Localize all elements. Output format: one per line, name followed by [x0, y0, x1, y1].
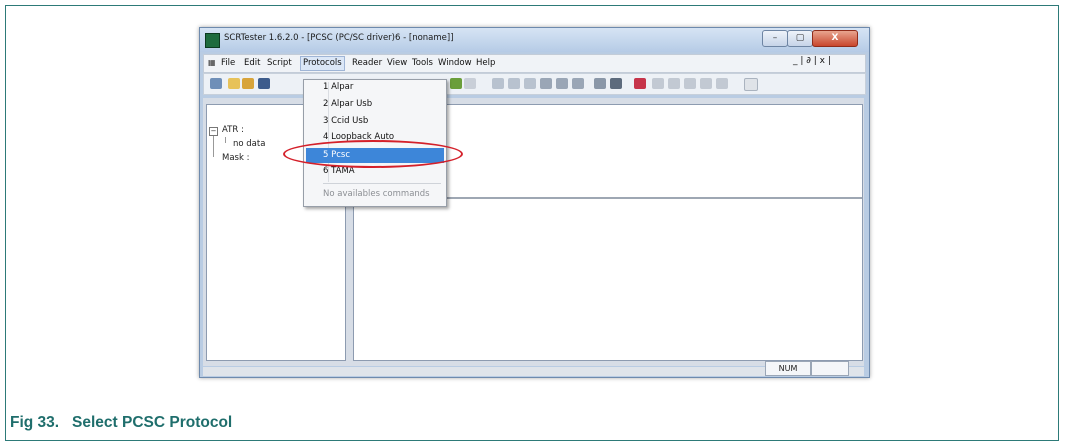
menu-reader[interactable]: Reader [352, 58, 382, 68]
menu-item-alpar[interactable]: 1 Alpar [323, 82, 353, 92]
status-panel [811, 361, 849, 376]
menu-script[interactable]: Script [267, 58, 292, 68]
toolbar-icon-e[interactable] [524, 78, 536, 89]
step-icon-2[interactable] [668, 78, 680, 89]
menu-separator [323, 183, 441, 184]
tree-line [225, 137, 226, 143]
new-file-icon[interactable] [228, 78, 240, 89]
tree-expander-icon[interactable]: − [209, 127, 218, 136]
toolbar-icon-d[interactable] [508, 78, 520, 89]
toolbar-icon-h[interactable] [594, 78, 606, 89]
pen-icon[interactable] [634, 78, 646, 89]
window-title: SCRTester 1.6.2.0 - [PCSC (PC/SC driver)… [224, 33, 454, 43]
minimize-button[interactable]: – [762, 30, 788, 47]
title-bar[interactable]: SCRTester 1.6.2.0 - [PCSC (PC/SC driver)… [200, 28, 869, 52]
figure-caption: Fig 33. Select PCSC Protocol [10, 414, 233, 431]
menu-view[interactable]: View [387, 58, 407, 68]
step-icon-5[interactable] [716, 78, 728, 89]
menu-item-disabled: No availables commands [323, 189, 430, 199]
menu-bar: ▦ File Edit Script Protocols Reader View… [203, 54, 866, 73]
menu-help[interactable]: Help [476, 58, 495, 68]
toolbar-icon-g[interactable] [572, 78, 584, 89]
hand-icon[interactable] [540, 78, 552, 89]
annotation-ellipse [283, 140, 463, 168]
toolbar-icon-c[interactable] [492, 78, 504, 89]
tree-node-atr[interactable]: ATR : [222, 125, 244, 135]
mdi-document-icon[interactable]: ▦ [208, 58, 216, 67]
child-window-controls[interactable]: _ | ∂ | x | [793, 56, 831, 66]
app-window: SCRTester 1.6.2.0 - [PCSC (PC/SC driver)… [199, 27, 870, 378]
step-icon-4[interactable] [700, 78, 712, 89]
step-icon-3[interactable] [684, 78, 696, 89]
app-icon [205, 33, 220, 48]
save-icon[interactable] [258, 78, 270, 89]
open-folder-icon[interactable] [242, 78, 254, 89]
status-bar: NUM [203, 361, 864, 376]
tree-line [213, 135, 214, 157]
num-lock-indicator: NUM [765, 361, 811, 376]
connect-icon[interactable] [210, 78, 222, 89]
menu-tools[interactable]: Tools [412, 58, 433, 68]
step-icon-1[interactable] [652, 78, 664, 89]
toolbar-icon-b[interactable] [464, 78, 476, 89]
grid-icon[interactable] [610, 78, 622, 89]
toolbar-icon-a[interactable] [450, 78, 462, 89]
close-button[interactable]: X [812, 30, 858, 47]
menu-item-alpar-usb[interactable]: 2 Alpar Usb [323, 99, 372, 109]
tree-node-mask[interactable]: Mask : [222, 153, 249, 163]
toolbar-icon-f[interactable] [556, 78, 568, 89]
menu-edit[interactable]: Edit [244, 58, 260, 68]
menu-item-ccid-usb[interactable]: 3 Ccid Usb [323, 116, 368, 126]
menu-window[interactable]: Window [438, 58, 472, 68]
menu-protocols[interactable]: Protocols [300, 56, 345, 71]
menu-file[interactable]: File [221, 58, 235, 68]
tree-node-no-data[interactable]: no data [233, 139, 265, 149]
m-icon[interactable] [744, 78, 758, 91]
maximize-button[interactable]: ▢ [787, 30, 813, 47]
